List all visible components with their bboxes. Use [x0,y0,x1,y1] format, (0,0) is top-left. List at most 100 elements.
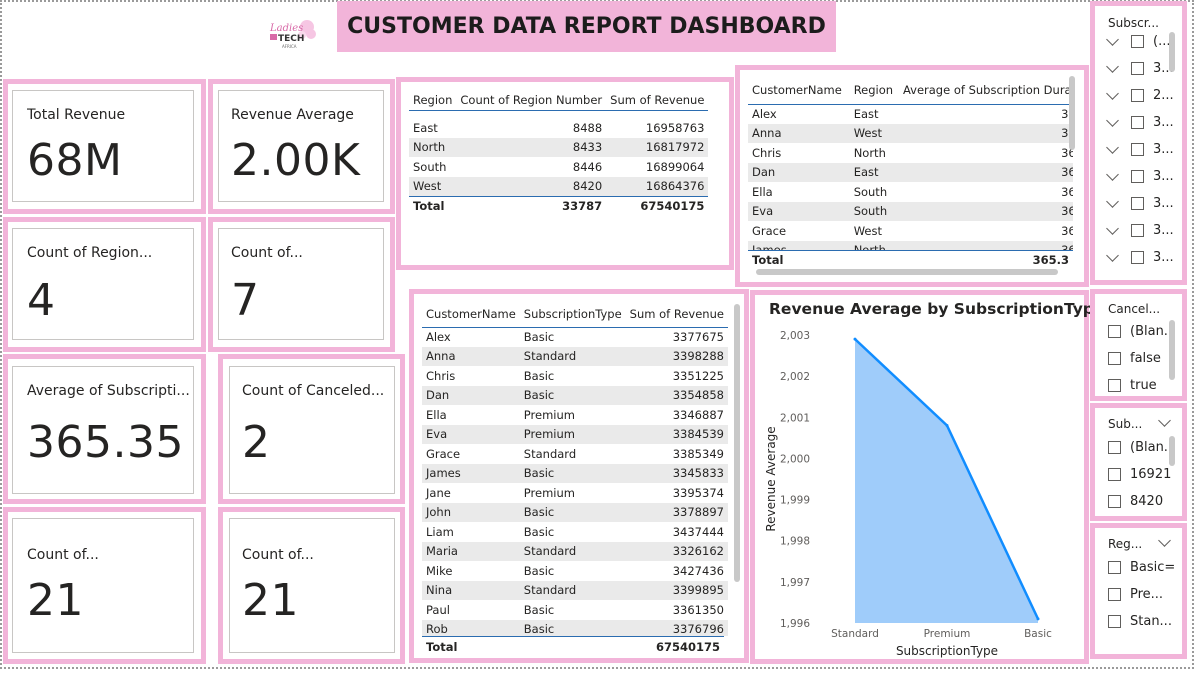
slicer-option[interactable]: 3... [1106,194,1174,211]
column-header[interactable]: Sum of Revenue [606,91,709,111]
table-row[interactable]: John Basic 3378897 [422,502,728,522]
slicer-option[interactable]: 8420 [1108,494,1163,509]
chevron-down-icon[interactable] [1106,167,1119,181]
vertical-scrollbar[interactable] [1169,320,1175,380]
customer-region-table[interactable]: CustomerName Region Average of Subscript… [748,76,1073,260]
table-row[interactable]: North 8433 16817972 [409,137,709,157]
table-row[interactable]: Grace Standard 3385349 [422,444,728,464]
table-row[interactable]: Ella Premium 3346887 [422,405,728,425]
checkbox[interactable] [1108,325,1121,338]
card-count-of-c[interactable]: Count of... 21 [229,518,395,653]
slicer-option[interactable]: true [1108,378,1157,393]
table-row[interactable]: Maria Standard 3326162 [422,541,728,561]
vertical-scrollbar[interactable] [734,304,740,582]
customer-subscription-table-viewport[interactable]: CustomerName SubscriptionType Sum of Rev… [422,301,732,636]
slicer-option[interactable]: 3... [1106,248,1174,265]
checkbox[interactable] [1108,588,1121,601]
slicer-option[interactable]: Basic= [1108,560,1175,575]
card-total-revenue[interactable]: Total Revenue 68M [12,90,194,202]
slicer-option[interactable]: 16921 [1108,467,1171,482]
table-row[interactable]: Nina Standard 3399895 [422,580,728,600]
chevron-down-icon[interactable] [1106,32,1119,46]
column-header[interactable]: Average of Subscription Duratio [898,76,1073,105]
checkbox[interactable] [1108,379,1121,392]
column-header[interactable]: CustomerName [422,301,520,328]
table-row[interactable]: Chris North 365.0 [748,143,1073,163]
column-header[interactable]: SubscriptionType [519,301,626,328]
horizontal-scrollbar[interactable] [756,269,1058,275]
slicer-option[interactable]: 3... [1106,140,1174,157]
table-row[interactable]: Ella South 365.0 [748,182,1073,202]
table-row[interactable]: AnnaWest365.0 [748,123,1073,143]
table-row[interactable]: James Basic 3345833 [422,463,728,483]
column-header[interactable]: Sum of Revenue [625,301,728,328]
card-count-canceled[interactable]: Count of Canceled... 2 [229,366,395,494]
slicer-option[interactable]: Pre... [1108,587,1163,602]
checkbox[interactable] [1131,116,1144,129]
vertical-scrollbar[interactable] [1169,436,1175,466]
table-row[interactable]: West 8420 16864376 [409,176,709,196]
checkbox[interactable] [1108,441,1121,454]
column-header[interactable]: Region [409,91,457,111]
chevron-down-icon[interactable] [1106,140,1119,154]
chevron-down-icon[interactable] [1158,414,1171,427]
chevron-down-icon[interactable] [1106,59,1119,73]
card-revenue-average[interactable]: Revenue Average 2.00K [218,90,384,202]
table-row[interactable]: DanEast366.0 [748,162,1073,182]
table-row[interactable]: EvaSouth365.0 [748,201,1073,221]
checkbox[interactable] [1131,170,1144,183]
chevron-down-icon[interactable] [1106,86,1119,100]
table-row[interactable]: Mike Basic 3427436 [422,561,728,581]
chevron-down-icon[interactable] [1106,221,1119,235]
table-row[interactable]: Liam Basic 3437444 [422,522,728,542]
table-row[interactable]: Chris Basic 3351225 [422,366,728,386]
slicer-option[interactable]: 3... [1106,113,1174,130]
column-header[interactable]: CustomerName [748,76,850,105]
slicer-option[interactable]: (Blan... [1108,324,1176,339]
slicer-option[interactable]: false [1108,351,1161,366]
table-row[interactable]: East 8488 16958763 [409,118,708,138]
table-row[interactable]: Dan Basic 3354858 [422,385,728,405]
chevron-down-icon[interactable] [1106,248,1119,262]
checkbox[interactable] [1131,251,1144,264]
card-count-of-a[interactable]: Count of... 7 [218,228,384,340]
table-row[interactable]: Eva Premium 3384539 [422,424,728,444]
customer-subscription-table[interactable]: CustomerName SubscriptionType Sum of Rev… [422,301,728,636]
vertical-scrollbar[interactable] [1169,32,1175,72]
checkbox[interactable] [1108,615,1121,628]
slicer-option[interactable]: (Blan... [1108,440,1176,455]
table-row[interactable]: Paul Basic 3361350 [422,600,728,620]
column-header[interactable]: Count of Region Number [456,91,607,111]
card-count-of-b[interactable]: Count of... 21 [12,518,194,653]
region-table[interactable]: Region Count of Region Number Sum of Rev… [409,91,709,216]
checkbox[interactable] [1108,468,1121,481]
table-row[interactable]: Rob Basic 3376796 [422,619,728,636]
checkbox[interactable] [1108,352,1121,365]
checkbox[interactable] [1131,143,1144,156]
slicer-option[interactable]: 3... [1106,167,1174,184]
checkbox[interactable] [1131,35,1144,48]
card-average-subscription[interactable]: Average of Subscripti... 365.35 [12,366,194,494]
table-row[interactable]: Anna Standard 3398288 [422,346,728,366]
table-row[interactable]: Jane Premium 3395374 [422,483,728,503]
slicer-option[interactable]: Stan... [1108,614,1172,629]
checkbox[interactable] [1108,495,1121,508]
table-row[interactable]: South 8446 16899064 [409,157,708,177]
checkbox[interactable] [1131,89,1144,102]
checkbox[interactable] [1131,224,1144,237]
customer-region-table-viewport[interactable]: CustomerName Region Average of Subscript… [748,76,1073,274]
table-row[interactable]: Grace West 366.0 [748,221,1073,241]
slicer-option[interactable]: 3... [1106,221,1174,238]
chevron-down-icon[interactable] [1106,113,1119,127]
revenue-average-area-chart[interactable]: 2,003 2,002 2,001 2,000 1,999 1,998 1,997 1,996… [755,295,1084,659]
checkbox[interactable] [1108,561,1121,574]
slicer-option[interactable]: (... [1106,32,1170,49]
table-row[interactable]: Alex East 365.0 [748,104,1073,124]
slicer-option[interactable]: 3... [1106,59,1174,76]
slicer-option[interactable]: 2... [1106,86,1174,103]
vertical-scrollbar[interactable] [1069,76,1075,150]
column-header[interactable]: Region [849,76,899,105]
checkbox[interactable] [1131,62,1144,75]
checkbox[interactable] [1131,197,1144,210]
table-row[interactable]: Alex Basic 3377675 [422,327,728,347]
